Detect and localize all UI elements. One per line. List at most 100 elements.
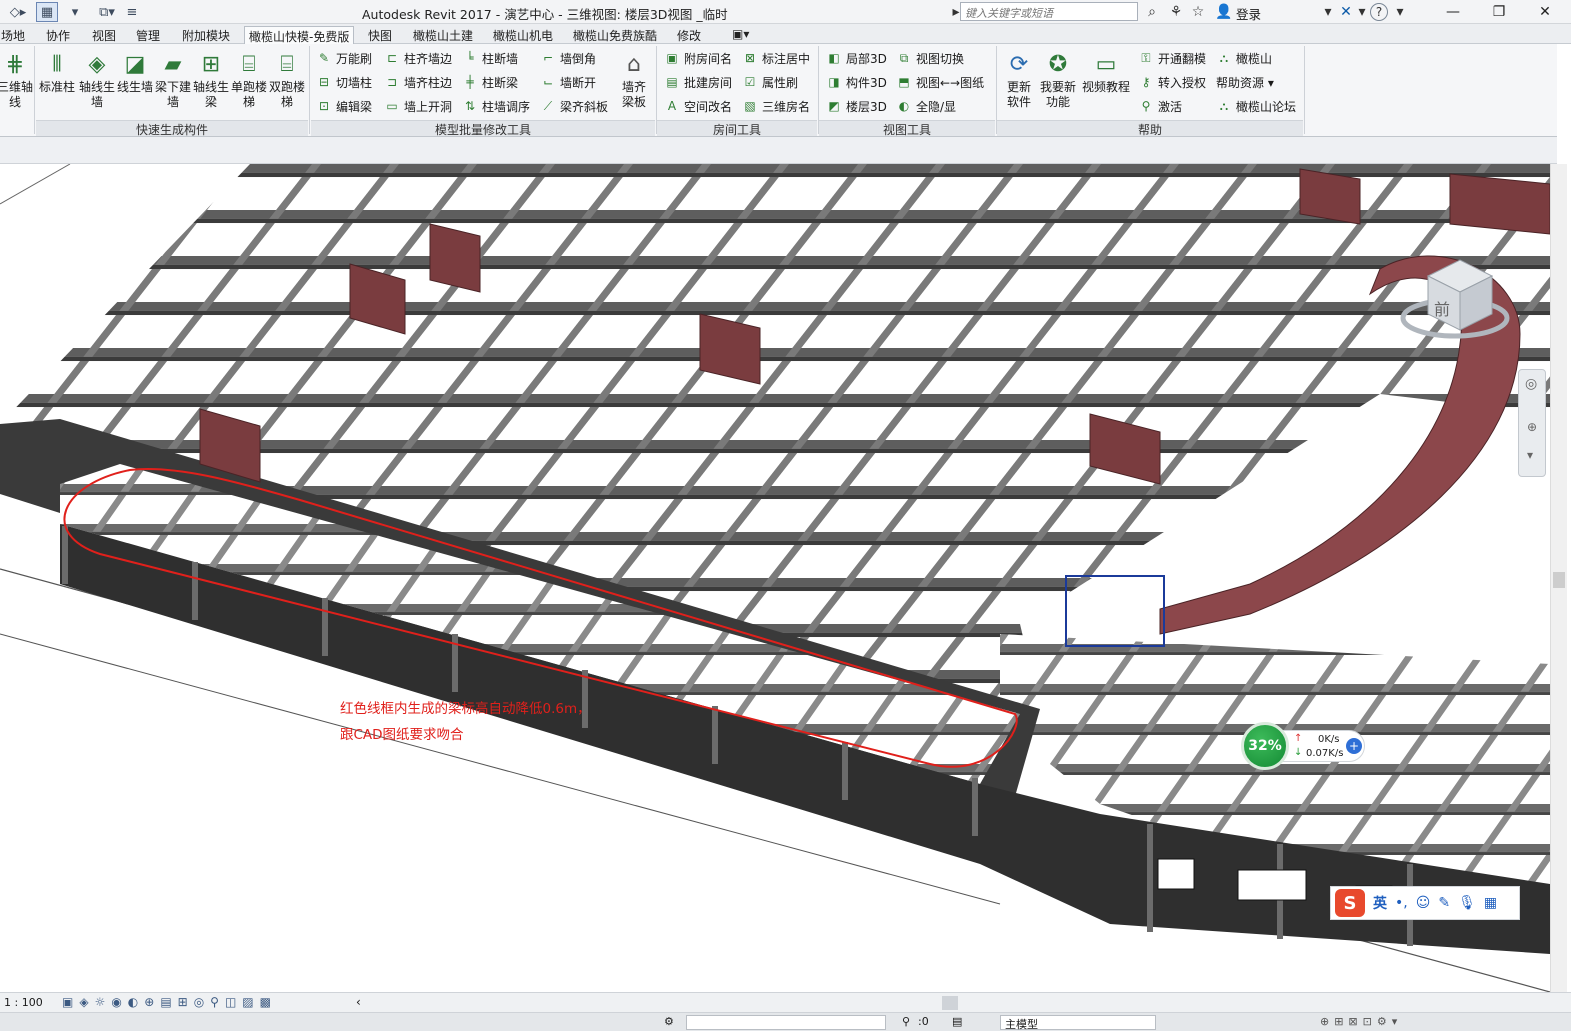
standard-column-button[interactable]: ⫴ 标准柱 bbox=[38, 48, 76, 120]
property-brush-button[interactable]: ☑ 属性刷 bbox=[742, 72, 798, 92]
video-tutorial-button[interactable]: ▭ 视频教程 bbox=[1080, 48, 1132, 120]
open-modeling-button[interactable]: ⚿ 开通翻模 bbox=[1138, 48, 1206, 68]
scrollbar-thumb[interactable] bbox=[1553, 572, 1565, 588]
floor-3d-button[interactable]: ◩ 楼层3D bbox=[826, 96, 887, 116]
chevron-down-icon[interactable]: ▾ bbox=[1318, 2, 1338, 22]
beam-align-slab-button[interactable]: ⟋ 梁齐斜板 bbox=[540, 96, 608, 116]
local-3d-button[interactable]: ◧ 局部3D bbox=[826, 48, 887, 68]
column-break-wall-button[interactable]: ╘ 柱断墙 bbox=[462, 48, 518, 68]
model-selector[interactable]: 主模型 bbox=[1000, 1015, 1156, 1031]
view-switch-button[interactable]: ⧉ 视图切换 bbox=[896, 48, 964, 68]
minimize-button[interactable]: — bbox=[1430, 0, 1476, 24]
add-icon[interactable]: + bbox=[1346, 738, 1362, 754]
binoculars-icon[interactable]: ⌕ bbox=[1142, 2, 1162, 22]
update-software-button[interactable]: ⟳ 更新软件 bbox=[1000, 48, 1038, 120]
customize-qat-icon[interactable]: ≡ bbox=[124, 2, 140, 22]
vertical-scrollbar[interactable] bbox=[1550, 164, 1567, 992]
single-stair-button[interactable]: ⌸ 单跑楼梯 bbox=[230, 48, 268, 120]
edit-beam-button[interactable]: ⊡ 编辑梁 bbox=[316, 96, 372, 116]
pan-icon[interactable]: ▾ bbox=[1527, 448, 1533, 462]
dropdown-icon[interactable]: ▾ bbox=[62, 2, 88, 22]
ime-toolbar[interactable]: S 英 •, ☺ ✎ 🎙 ▦ bbox=[1330, 886, 1520, 920]
tab-view[interactable]: 视图 bbox=[88, 26, 120, 44]
chevron-down-icon[interactable]: ▾ bbox=[1352, 2, 1372, 22]
3d-room-name-button[interactable]: ▧ 三维房名 bbox=[742, 96, 810, 116]
emoji-icon[interactable]: ☺ bbox=[1416, 895, 1431, 911]
tab-glodon-fast-model[interactable]: 橄榄山快模-免费版 bbox=[244, 26, 355, 45]
workset-field[interactable] bbox=[686, 1015, 886, 1030]
tab-civil[interactable]: 橄榄山土建 bbox=[409, 26, 477, 44]
tab-addins[interactable]: 附加模块 bbox=[178, 26, 234, 44]
ime-language-toggle[interactable]: 英 bbox=[1373, 893, 1387, 913]
column-align-wall-button[interactable]: ⊏ 柱齐墙边 bbox=[384, 48, 452, 68]
handwriting-icon[interactable]: ✎ bbox=[1438, 895, 1450, 911]
editable-only-icon[interactable]: ⚲ bbox=[902, 1015, 910, 1028]
forum-button[interactable]: ⛬ 橄榄山论坛 bbox=[1216, 96, 1296, 116]
3d-grid-button[interactable]: ⋕ 三维轴线 bbox=[0, 48, 34, 120]
activate-button[interactable]: ⚲ 激活 bbox=[1138, 96, 1182, 116]
toolbox-icon[interactable]: ▦ bbox=[1484, 895, 1497, 911]
attach-room-name-button[interactable]: ▣ 附房间名 bbox=[664, 48, 732, 68]
user-icon[interactable]: 👤 bbox=[1214, 2, 1234, 22]
maximize-button[interactable]: ❐ bbox=[1476, 0, 1522, 24]
close-button[interactable]: ✕ bbox=[1522, 0, 1568, 24]
wall-chamfer-button[interactable]: ⌐ 墙倒角 bbox=[540, 48, 596, 68]
view-scale[interactable]: 1 : 100 bbox=[4, 996, 43, 1009]
connect-icon[interactable]: ⚘ bbox=[1166, 2, 1186, 22]
wall-opening-button[interactable]: ▭ 墙上开洞 bbox=[384, 96, 452, 116]
universal-brush-button[interactable]: ✎ 万能刷 bbox=[316, 48, 372, 68]
tab-quick-drawing[interactable]: 快图 bbox=[364, 26, 396, 44]
wall-split-button[interactable]: ⌙ 墙断开 bbox=[540, 72, 596, 92]
wall-align-column-button[interactable]: ⊐ 墙齐柱边 bbox=[384, 72, 452, 92]
component-3d-button[interactable]: ◨ 构件3D bbox=[826, 72, 887, 92]
search-input[interactable]: 键入关键字或短语 bbox=[960, 2, 1138, 21]
app-menu-icon[interactable]: ◇▸ bbox=[4, 2, 32, 22]
tab-modify[interactable]: 修改 bbox=[673, 26, 705, 44]
sogou-logo-icon[interactable]: S bbox=[1335, 889, 1365, 917]
tab-site[interactable]: 场地 bbox=[0, 26, 29, 44]
line-to-wall-button[interactable]: ◪ 线生墙 bbox=[116, 48, 154, 120]
tab-manage[interactable]: 管理 bbox=[132, 26, 164, 44]
login-button[interactable]: 登录 bbox=[1236, 4, 1261, 23]
center-tag-button[interactable]: ⊠ 标注居中 bbox=[742, 48, 810, 68]
star-icon[interactable]: ☆ bbox=[1188, 2, 1208, 22]
switch-windows-icon[interactable]: ⧉▾ bbox=[92, 2, 122, 22]
column-wall-order-button[interactable]: ⇅ 柱墙调序 bbox=[462, 96, 530, 116]
rename-space-button[interactable]: A 空间改名 bbox=[664, 96, 732, 116]
selection-filter-icons[interactable]: ⊕⊞⊠⊡⚙▾ bbox=[1320, 1015, 1402, 1028]
tab-mep[interactable]: 橄榄山机电 bbox=[489, 26, 557, 44]
view-sheet-button[interactable]: ⬒ 视图←→图纸 bbox=[896, 72, 984, 92]
design-options-icon[interactable]: ▤ bbox=[952, 1015, 962, 1028]
tile-view-icon[interactable]: ▦ bbox=[36, 2, 58, 22]
tab-family-library[interactable]: 橄榄山免费族酷 bbox=[569, 26, 661, 44]
steering-wheel-icon[interactable]: ◎ bbox=[1525, 376, 1537, 392]
chevron-down-icon[interactable]: ▾ bbox=[1390, 2, 1410, 22]
help-resources-button[interactable]: 帮助资源 ▾ bbox=[1216, 72, 1274, 92]
chevron-left-icon[interactable]: ‹ bbox=[356, 995, 361, 1009]
double-stair-button[interactable]: ⌸ 双跑楼梯 bbox=[268, 48, 306, 120]
wall-under-beam-button[interactable]: ▰ 梁下建墙 bbox=[154, 48, 192, 120]
wall-align-beam-slab-button[interactable]: ⌂ 墙齐梁板 bbox=[614, 48, 654, 120]
toggle-visibility-button[interactable]: ◐ 全隐/显 bbox=[896, 96, 956, 116]
worksharing-icon[interactable]: ⚙ bbox=[664, 1015, 674, 1028]
punctuation-toggle[interactable]: •, bbox=[1395, 895, 1408, 911]
help-icon[interactable]: ? bbox=[1370, 3, 1388, 21]
tab-collaborate[interactable]: 协作 bbox=[42, 26, 74, 44]
request-feature-button[interactable]: ✪ 我要新功能 bbox=[1038, 48, 1078, 120]
navigation-bar[interactable]: ◎ ⊕ ▾ bbox=[1518, 369, 1546, 477]
cut-wall-column-button[interactable]: ⊟ 切墙柱 bbox=[316, 72, 372, 92]
microphone-icon[interactable]: 🎙 bbox=[1458, 895, 1476, 911]
column-break-beam-button[interactable]: ╪ 柱断梁 bbox=[462, 72, 518, 92]
transfer-license-button[interactable]: ⚷ 转入授权 bbox=[1138, 72, 1206, 92]
3d-viewport[interactable]: 红色线框内生成的梁标高自动降低0.6m， 跟CAD图纸要求吻合 前 ◎ ⊕ ▾ … bbox=[0, 164, 1550, 992]
glodon-home-button[interactable]: ⛬ 橄榄山 bbox=[1216, 48, 1272, 68]
tab-options-dropdown[interactable]: ▣▾ bbox=[728, 26, 753, 44]
horizontal-scroll-thumb[interactable] bbox=[942, 996, 958, 1010]
viewcube[interactable]: 前 bbox=[1398, 246, 1513, 346]
batch-create-rooms-button[interactable]: ▤ 批建房间 bbox=[664, 72, 732, 92]
network-speed-widget[interactable]: ↑ 0K/s ↓ 0.07K/s + 32% bbox=[1241, 722, 1367, 770]
grid-to-beam-button[interactable]: ⊞ 轴线生梁 bbox=[192, 48, 230, 120]
zoom-icon[interactable]: ⊕ bbox=[1527, 420, 1537, 434]
view-control-icons[interactable]: ▣◈☼◉◐⊕▤⊞◎⚲◫▨▩ bbox=[62, 995, 277, 1009]
grid-to-wall-button[interactable]: ◈ 轴线生墙 bbox=[78, 48, 116, 120]
